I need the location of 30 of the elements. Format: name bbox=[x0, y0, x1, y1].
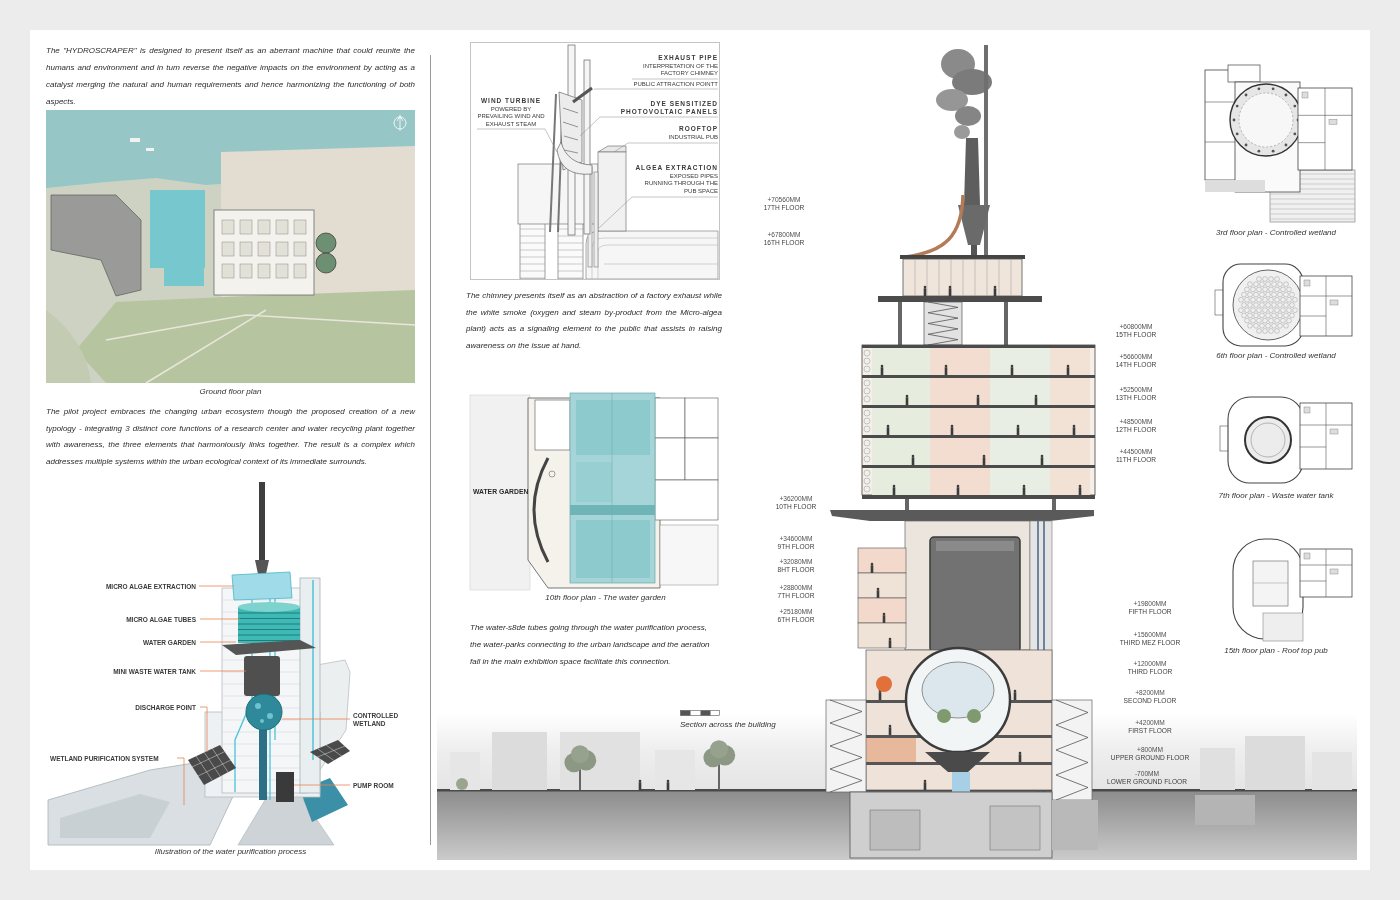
waste-water-tank bbox=[244, 656, 280, 696]
water-text: The water-s8de tubes going through the water purification process, the water-parks connecting to the urban landscape and the aeration fall in the main exhibition space facilitate this connection. bbox=[470, 621, 711, 668]
plan-caption: 10th floor plan - The water garden bbox=[545, 591, 666, 604]
leader-line bbox=[176, 757, 185, 806]
leader-line bbox=[199, 706, 208, 753]
plan-caption: 15th floor plan - Roof top pub bbox=[1224, 645, 1328, 657]
section-caption: Section across the building bbox=[680, 719, 776, 731]
plan-caption: Ground floor plan bbox=[199, 386, 262, 398]
leader-line bbox=[199, 670, 247, 672]
discharge-grid bbox=[188, 745, 236, 785]
plan-caption: 6th floor plan - Controlled wetland bbox=[1216, 350, 1336, 362]
solar-grid bbox=[310, 740, 350, 764]
pump-room bbox=[276, 772, 294, 802]
illustration-caption: Illustration of the water purification process bbox=[154, 846, 307, 858]
project-text: The pilot project embraces the changing urban ecosystem though the proposed creation of a new typology - integrating 3 distinct core functions of a research center and water recycling plant together with awareness, the three elements that harmoniously links together. The result is a complex which addresses multiple systems within the urban ecological context of its immediate surrounds. bbox=[46, 406, 415, 468]
chimney-text: The chimney presents itself as an abstraction of a factory exhaust while the white smoke (oxygen and steam by-product from the Micro-algea plant) acts as a signaling element to the public that assists in raising awareness on the issue at hand. bbox=[466, 290, 722, 353]
leader-line bbox=[198, 585, 235, 587]
leader-line bbox=[293, 784, 351, 786]
plan-caption: 3rd floor plan - Controlled wetland bbox=[1215, 227, 1337, 239]
leader-line bbox=[199, 618, 241, 620]
wetland-sphere bbox=[245, 693, 283, 731]
attraction-rod bbox=[572, 86, 593, 104]
wind-turbine bbox=[556, 141, 593, 175]
leader-line bbox=[281, 718, 351, 720]
extraction-unit bbox=[231, 571, 293, 601]
leader-line bbox=[199, 641, 237, 643]
intro-text: The "HYDROSCRAPER" is designed to present itself as an aberrant machine that could reunite the humans and environment and in turn reverse the negative impacts on the environment by acting as a catalyst merging the natural and human requirements and hence harmonizing the functioning of both aspects. bbox=[46, 45, 415, 108]
north-arrow-icon bbox=[393, 114, 407, 132]
scale-bar-icon bbox=[680, 710, 720, 716]
plan-caption: 7th floor plan - Waste water tank bbox=[1218, 490, 1334, 502]
